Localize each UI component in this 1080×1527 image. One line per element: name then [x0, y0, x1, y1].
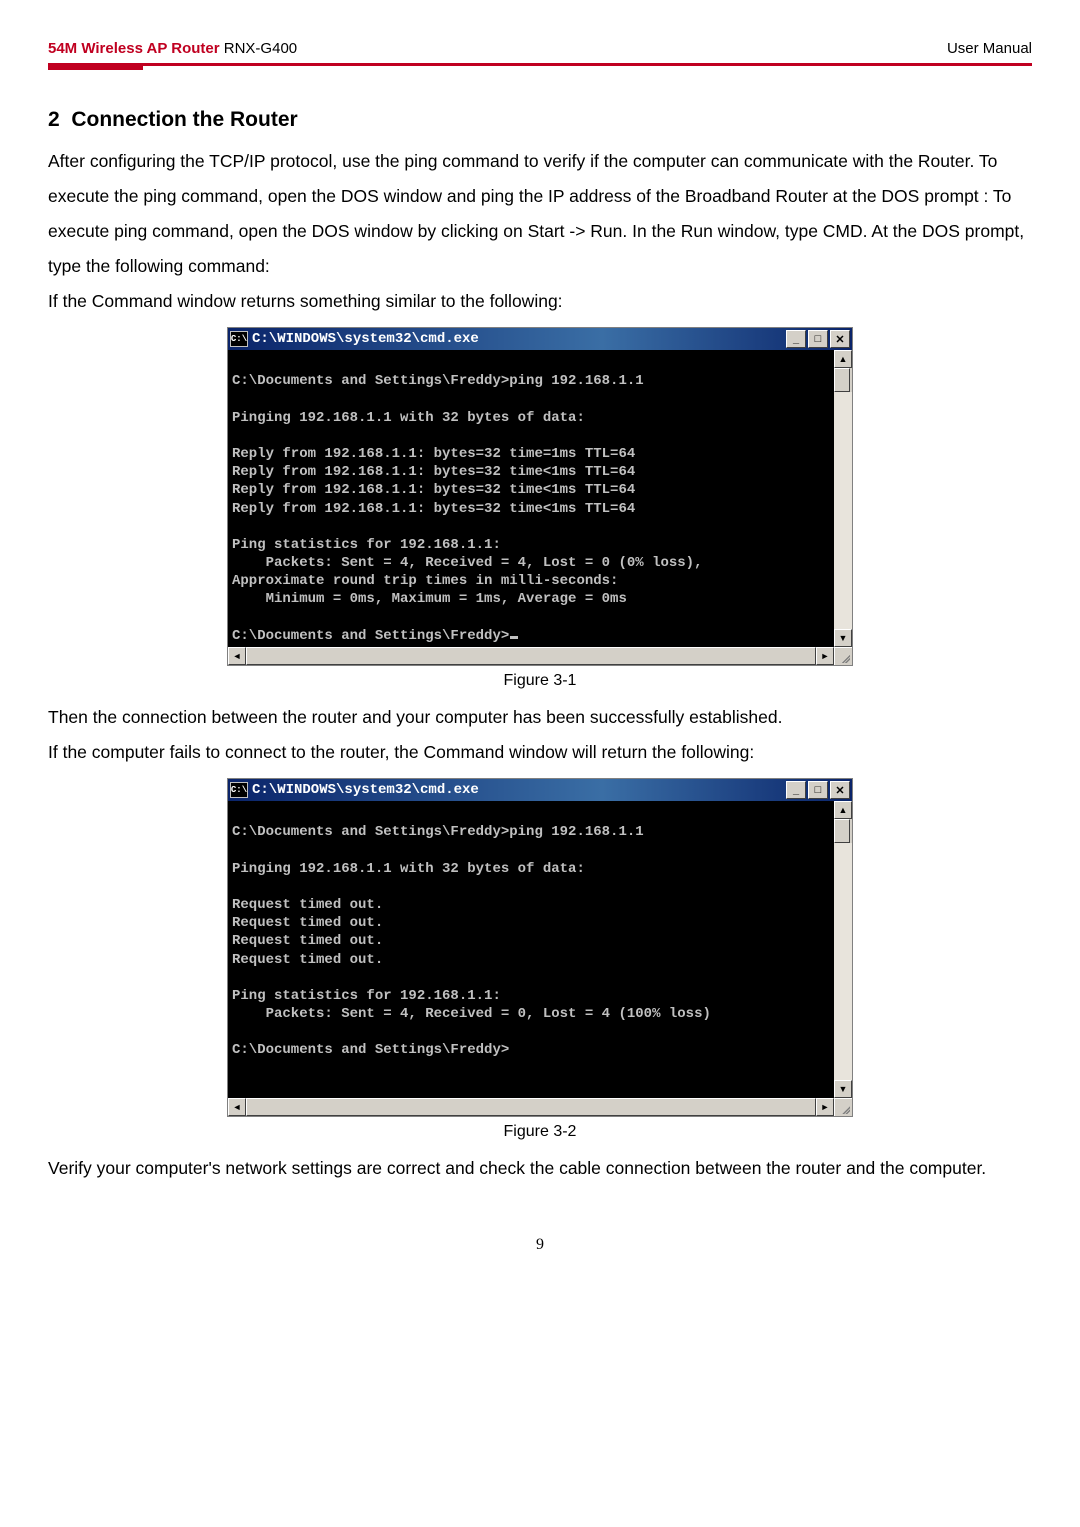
cmd1-vscroll[interactable]: ▲ ▼ [834, 350, 852, 647]
close-button[interactable]: ✕ [830, 781, 850, 799]
cmd-icon: C:\ [230, 331, 248, 347]
maximize-button[interactable]: □ [808, 781, 828, 799]
cmd-window-1: C:\ C:\WINDOWS\system32\cmd.exe _ □ ✕ C:… [227, 327, 853, 666]
resize-grip-icon[interactable] [834, 647, 852, 665]
product-name: 54M Wireless AP Router [48, 40, 220, 57]
header-accent [48, 63, 143, 70]
cmd2-titlebar: C:\ C:\WINDOWS\system32\cmd.exe _ □ ✕ [228, 779, 852, 801]
hscroll-thumb[interactable] [246, 1098, 816, 1116]
header-right: User Manual [947, 40, 1032, 57]
maximize-button[interactable]: □ [808, 330, 828, 348]
section-heading: 2 Connection the Router [48, 108, 1032, 132]
scroll-down-icon[interactable]: ▼ [834, 629, 852, 647]
hscroll-thumb[interactable] [246, 647, 816, 665]
model-name: RNX-G400 [224, 40, 297, 57]
section-title: Connection the Router [71, 108, 297, 131]
cmd1-title: C:\WINDOWS\system32\cmd.exe [252, 331, 784, 347]
scroll-up-icon[interactable]: ▲ [834, 801, 852, 819]
cmd-icon: C:\ [230, 782, 248, 798]
scroll-up-icon[interactable]: ▲ [834, 350, 852, 368]
scroll-thumb[interactable] [834, 819, 850, 843]
cmd2-hscroll[interactable]: ◄ ► [228, 1098, 852, 1116]
scroll-left-icon[interactable]: ◄ [228, 647, 246, 665]
cmd2-vscroll[interactable]: ▲ ▼ [834, 801, 852, 1098]
section-number: 2 [48, 108, 60, 131]
scroll-right-icon[interactable]: ► [816, 647, 834, 665]
scroll-left-icon[interactable]: ◄ [228, 1098, 246, 1116]
figure-3-1: C:\ C:\WINDOWS\system32\cmd.exe _ □ ✕ C:… [48, 327, 1032, 666]
scroll-track[interactable] [834, 392, 852, 629]
close-button[interactable]: ✕ [830, 330, 850, 348]
figure-3-2: C:\ C:\WINDOWS\system32\cmd.exe _ □ ✕ C:… [48, 778, 1032, 1117]
paragraph-4: If the computer fails to connect to the … [48, 735, 1032, 770]
cmd2-output: C:\Documents and Settings\Freddy>ping 19… [228, 801, 834, 1098]
cmd1-output: C:\Documents and Settings\Freddy>ping 19… [228, 350, 834, 647]
scroll-thumb[interactable] [834, 368, 850, 392]
paragraph-2: If the Command window returns something … [48, 284, 1032, 319]
scroll-right-icon[interactable]: ► [816, 1098, 834, 1116]
cmd1-hscroll[interactable]: ◄ ► [228, 647, 852, 665]
paragraph-5: Verify your computer's network settings … [48, 1151, 1032, 1186]
minimize-button[interactable]: _ [786, 781, 806, 799]
figure-3-1-caption: Figure 3-1 [48, 672, 1032, 690]
header-left: 54M Wireless AP Router RNX-G400 [48, 40, 297, 57]
cmd2-title: C:\WINDOWS\system32\cmd.exe [252, 782, 784, 798]
minimize-button[interactable]: _ [786, 330, 806, 348]
page-number: 9 [48, 1236, 1032, 1254]
scroll-down-icon[interactable]: ▼ [834, 1080, 852, 1098]
page-header: 54M Wireless AP Router RNX-G400 User Man… [48, 40, 1032, 66]
resize-grip-icon[interactable] [834, 1098, 852, 1116]
cmd-window-2: C:\ C:\WINDOWS\system32\cmd.exe _ □ ✕ C:… [227, 778, 853, 1117]
cmd1-titlebar: C:\ C:\WINDOWS\system32\cmd.exe _ □ ✕ [228, 328, 852, 350]
paragraph-3: Then the connection between the router a… [48, 700, 1032, 735]
paragraph-1: After configuring the TCP/IP protocol, u… [48, 144, 1032, 284]
figure-3-2-caption: Figure 3-2 [48, 1123, 1032, 1141]
scroll-track[interactable] [834, 843, 852, 1080]
